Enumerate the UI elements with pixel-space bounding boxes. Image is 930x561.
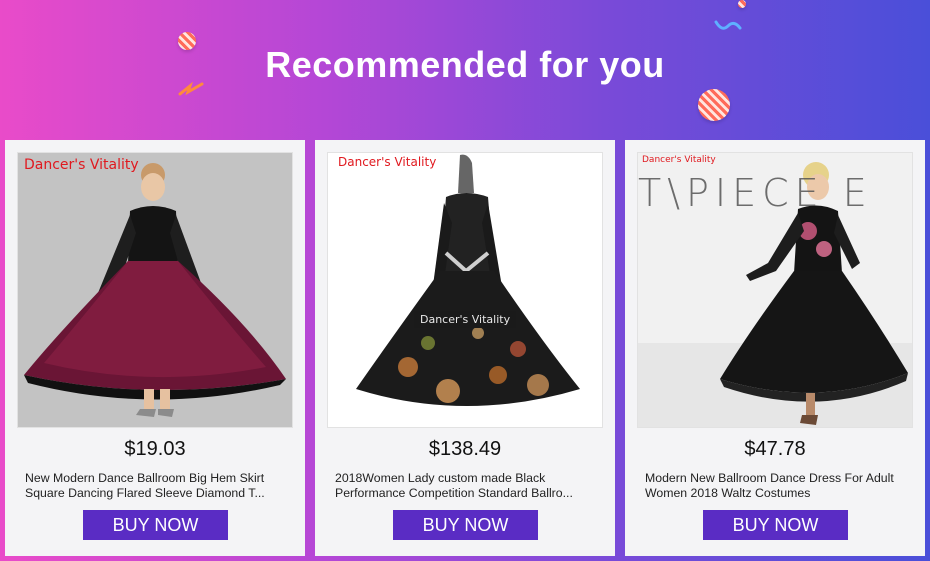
- buy-now-button[interactable]: BUY NOW: [703, 510, 848, 540]
- brand-watermark: Dancer's Vitality: [24, 157, 139, 173]
- brand-watermark: Dancer's Vitality: [642, 155, 716, 165]
- product-card[interactable]: Dancer's Vitality Dancer's Vitality $138…: [315, 140, 615, 556]
- dress-illustration: [18, 153, 292, 427]
- product-price: $19.03: [124, 438, 186, 460]
- buy-now-button[interactable]: BUY NOW: [83, 510, 228, 540]
- striped-ball-decoration: [698, 89, 730, 121]
- product-grid: Dancer's Vitality $19.03 New Modern Danc…: [5, 140, 925, 556]
- center-watermark: Dancer's Vitality: [414, 311, 517, 328]
- streamer-decoration: [178, 81, 204, 96]
- striped-ball-decoration: [178, 32, 196, 50]
- product-title[interactable]: Modern New Ballroom Dance Dress For Adul…: [645, 471, 907, 501]
- streamer-decoration: [714, 20, 742, 30]
- striped-ball-decoration: [738, 0, 746, 8]
- product-price: $138.49: [428, 438, 502, 460]
- product-image[interactable]: T\PIECE E Dancer's Vitality: [637, 152, 913, 428]
- section-title: Recommended for you: [265, 44, 665, 85]
- product-title[interactable]: 2018Women Lady custom made Black Perform…: [335, 471, 597, 501]
- dress-illustration: [328, 153, 602, 427]
- backdrop-lettering: T\PIECE E: [638, 171, 873, 215]
- product-card[interactable]: T\PIECE E Dancer's Vitality $47.78 Moder…: [625, 140, 925, 556]
- brand-watermark: Dancer's Vitality: [338, 155, 437, 169]
- product-image[interactable]: Dancer's Vitality Dancer's Vitality: [327, 152, 603, 428]
- product-title[interactable]: New Modern Dance Ballroom Big Hem Skirt …: [25, 471, 287, 501]
- product-price: $47.78: [744, 438, 806, 460]
- buy-now-button[interactable]: BUY NOW: [393, 510, 538, 540]
- product-image[interactable]: Dancer's Vitality: [17, 152, 293, 428]
- product-card[interactable]: Dancer's Vitality $19.03 New Modern Danc…: [5, 140, 305, 556]
